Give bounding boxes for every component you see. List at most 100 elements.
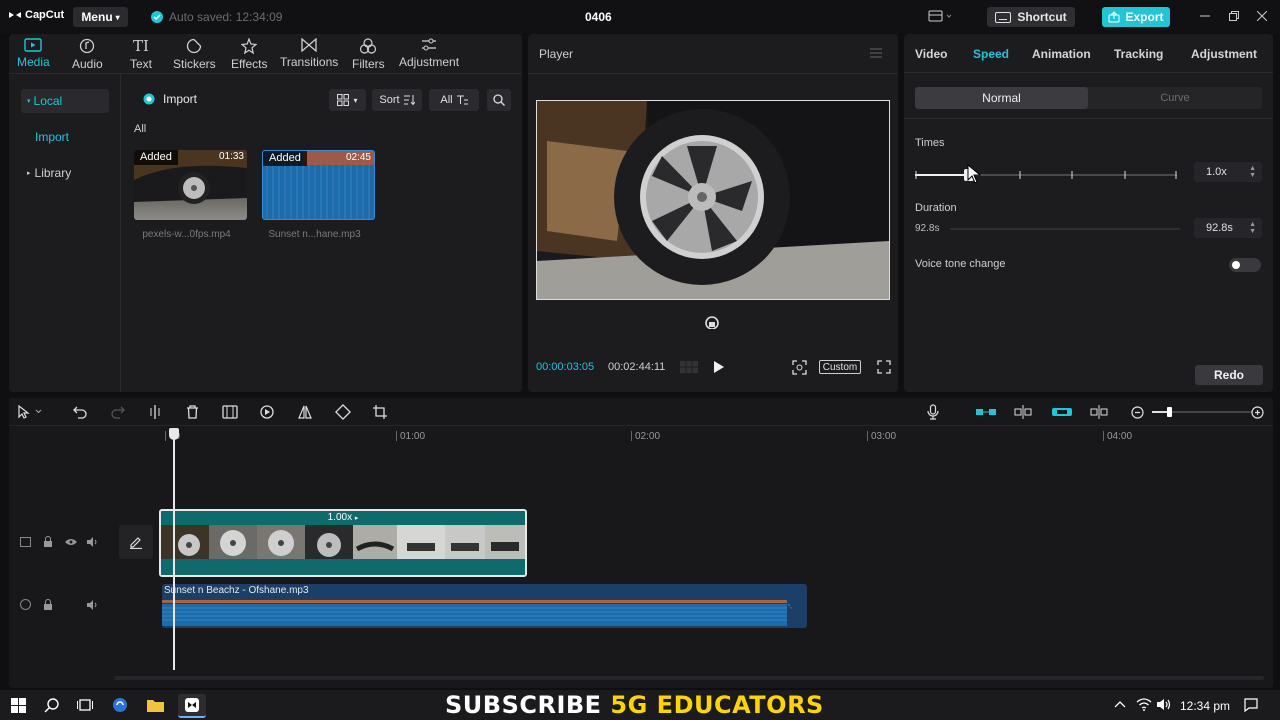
notification-icon[interactable] bbox=[1244, 698, 1258, 712]
added-badge: Added bbox=[134, 150, 178, 165]
timeline-grid-icon[interactable] bbox=[680, 361, 698, 373]
transitions-icon bbox=[301, 38, 317, 52]
mirror-icon[interactable] bbox=[298, 405, 312, 419]
preview-axis-icon[interactable] bbox=[1090, 405, 1108, 419]
task-view-icon[interactable] bbox=[77, 698, 93, 712]
select-tool-icon[interactable] bbox=[18, 405, 44, 419]
fit-screen-icon[interactable] bbox=[792, 360, 807, 375]
duration-slider[interactable] bbox=[950, 227, 1180, 231]
layout-icon[interactable] bbox=[928, 10, 952, 22]
track-cover-icon[interactable] bbox=[20, 537, 31, 547]
project-title: 0406 bbox=[585, 10, 612, 24]
media-item-audio[interactable]: Added 02:45 bbox=[262, 150, 375, 220]
fullscreen-icon[interactable] bbox=[877, 360, 891, 374]
search-icon[interactable] bbox=[44, 698, 59, 713]
times-value-field[interactable]: 1.0x ▲ ▼ bbox=[1194, 162, 1262, 182]
wifi-icon[interactable] bbox=[1136, 698, 1152, 711]
chevron-down-icon: ▾ bbox=[115, 12, 120, 22]
volume-icon[interactable] bbox=[87, 537, 99, 547]
auto-snap-icon[interactable] bbox=[1014, 405, 1032, 419]
tab-audio[interactable]: Audio bbox=[72, 38, 103, 71]
redo-button[interactable]: Redo bbox=[1195, 365, 1263, 385]
stepper-icon[interactable]: ▲ ▼ bbox=[1249, 165, 1256, 179]
tab-speed[interactable]: Speed bbox=[973, 47, 1009, 61]
section-label-all: All bbox=[134, 123, 147, 135]
eye-icon[interactable] bbox=[65, 538, 77, 546]
tab-tracking[interactable]: Tracking bbox=[1114, 47, 1163, 61]
freeze-icon[interactable] bbox=[222, 405, 238, 419]
restore-icon[interactable] bbox=[1229, 11, 1239, 21]
tab-animation[interactable]: Animation bbox=[1032, 47, 1091, 61]
capcut-taskbar-button[interactable] bbox=[178, 694, 206, 718]
media-icon bbox=[24, 38, 43, 52]
tab-effects[interactable]: Effects bbox=[231, 38, 267, 71]
filter-all-button[interactable]: All bbox=[429, 89, 479, 111]
triangle-down-icon: ▾ bbox=[27, 98, 31, 105]
lock-icon[interactable] bbox=[43, 599, 53, 611]
shortcut-button[interactable]: Shortcut bbox=[987, 7, 1075, 27]
rotate-camera-icon[interactable] bbox=[704, 315, 720, 329]
duration-value-field[interactable]: 92.8s ▲ ▼ bbox=[1194, 218, 1262, 238]
chevron-up-icon[interactable] bbox=[1114, 700, 1126, 708]
sort-button[interactable]: Sort bbox=[372, 89, 422, 111]
tab-stickers[interactable]: Stickers bbox=[173, 38, 216, 71]
delete-icon[interactable] bbox=[186, 405, 199, 419]
export-button[interactable]: Export bbox=[1102, 7, 1170, 27]
sidebar-item-local[interactable]: ▾ Local bbox=[21, 89, 109, 113]
speed-slider[interactable] bbox=[915, 167, 1179, 183]
video-preview[interactable] bbox=[536, 100, 890, 300]
media-item-video[interactable]: Added 01:33 bbox=[134, 150, 247, 220]
hamburger-menu-icon[interactable] bbox=[870, 48, 882, 58]
audio-clip-name: Sunset n Beachz - Ofshane.mp3 bbox=[164, 585, 309, 596]
windows-start-icon[interactable] bbox=[11, 698, 26, 713]
playhead-handle[interactable] bbox=[169, 428, 179, 440]
microphone-icon[interactable] bbox=[927, 404, 939, 420]
main-track-magnet-icon[interactable] bbox=[976, 407, 996, 417]
check-circle-icon bbox=[151, 11, 163, 23]
mode-normal-button[interactable]: Normal bbox=[915, 87, 1088, 109]
volume-icon[interactable] bbox=[1157, 698, 1173, 711]
minimize-icon[interactable] bbox=[1200, 11, 1210, 21]
zoom-in-icon[interactable] bbox=[1251, 406, 1264, 419]
voice-tone-toggle[interactable] bbox=[1229, 258, 1261, 272]
linkage-icon[interactable] bbox=[1052, 407, 1072, 417]
sidebar-item-library[interactable]: ▸ Library bbox=[21, 161, 109, 185]
redo-icon[interactable] bbox=[111, 405, 125, 419]
menu-button[interactable]: Menu ▾ bbox=[73, 7, 128, 27]
tab-transitions[interactable]: Transitions bbox=[280, 38, 338, 69]
tab-media[interactable]: Media bbox=[17, 38, 50, 69]
volume-icon[interactable] bbox=[87, 600, 99, 610]
tab-filters[interactable]: Filters bbox=[352, 38, 385, 71]
split-icon[interactable] bbox=[149, 405, 161, 419]
aspect-ratio-button[interactable]: Custom bbox=[819, 360, 861, 374]
audio-clip[interactable]: Sunset n Beachz - Ofshane.mp3 bbox=[162, 584, 807, 628]
rotate-icon[interactable] bbox=[335, 404, 351, 420]
stepper-icon[interactable]: ▲ ▼ bbox=[1249, 221, 1256, 235]
tab-video[interactable]: Video bbox=[915, 47, 947, 61]
playhead[interactable] bbox=[169, 428, 179, 670]
play-icon[interactable] bbox=[714, 361, 724, 373]
view-mode-button[interactable]: ▾ bbox=[329, 89, 366, 111]
zoom-slider[interactable] bbox=[1152, 406, 1252, 418]
search-button[interactable] bbox=[487, 89, 511, 111]
ruler-tick bbox=[867, 431, 868, 441]
video-clip[interactable]: 1.00x ▸ bbox=[159, 509, 527, 577]
timeline-scrollbar[interactable] bbox=[114, 676, 1264, 680]
undo-icon[interactable] bbox=[73, 405, 87, 419]
mode-curve-button[interactable]: Curve bbox=[1088, 87, 1262, 109]
import-button[interactable]: Import bbox=[143, 92, 197, 106]
close-icon[interactable] bbox=[1257, 11, 1267, 21]
tab-adjustment-props[interactable]: Adjustment bbox=[1191, 47, 1257, 61]
lock-icon[interactable] bbox=[43, 536, 53, 548]
tab-adjustment[interactable]: Adjustment bbox=[399, 38, 459, 69]
file-explorer-icon[interactable] bbox=[147, 698, 164, 712]
zoom-out-icon[interactable] bbox=[1131, 406, 1144, 419]
sidebar-item-import[interactable]: Import bbox=[21, 125, 109, 149]
added-badge: Added bbox=[263, 151, 307, 166]
edit-cover-button[interactable] bbox=[119, 525, 153, 559]
reverse-icon[interactable] bbox=[260, 405, 274, 419]
tab-text[interactable]: TI Text bbox=[130, 38, 152, 71]
total-timecode: 00:02:44:11 bbox=[608, 361, 666, 373]
app-taskbar-icon[interactable] bbox=[112, 697, 128, 713]
crop-icon[interactable] bbox=[373, 405, 387, 419]
